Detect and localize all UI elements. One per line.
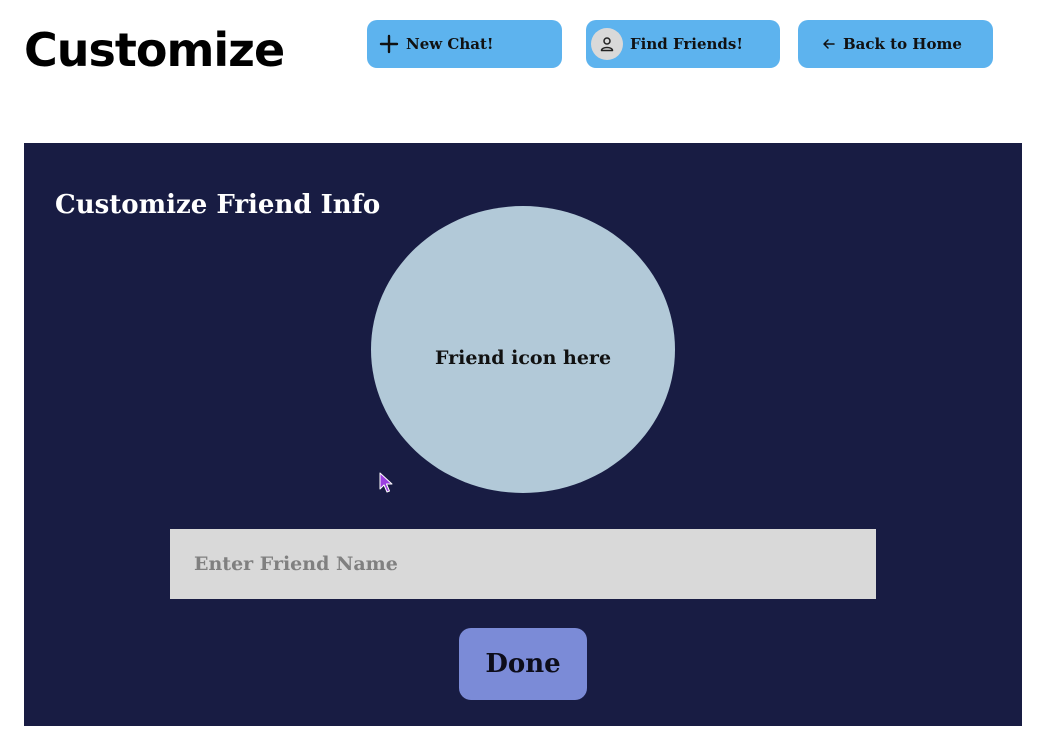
new-chat-button[interactable]: New Chat! [367,20,562,68]
customize-friend-panel: Customize Friend Info Friend icon here D… [24,143,1022,726]
arrow-left-icon [822,37,836,51]
mouse-cursor-icon [379,472,393,493]
done-button[interactable]: Done [459,628,587,700]
plus-icon [379,34,399,54]
friend-icon-text: Friend icon here [434,346,612,369]
find-friends-button[interactable]: Find Friends! [586,20,780,68]
friend-icon-placeholder[interactable]: Friend icon here [371,206,675,493]
back-to-home-label: Back to Home [843,35,962,53]
page-title: Customize [24,23,285,77]
panel-title: Customize Friend Info [55,190,381,220]
find-friends-label: Find Friends! [630,35,743,53]
person-icon [591,28,623,60]
friend-name-input[interactable] [170,529,876,599]
back-to-home-button[interactable]: Back to Home [798,20,993,68]
new-chat-label: New Chat! [406,35,494,53]
